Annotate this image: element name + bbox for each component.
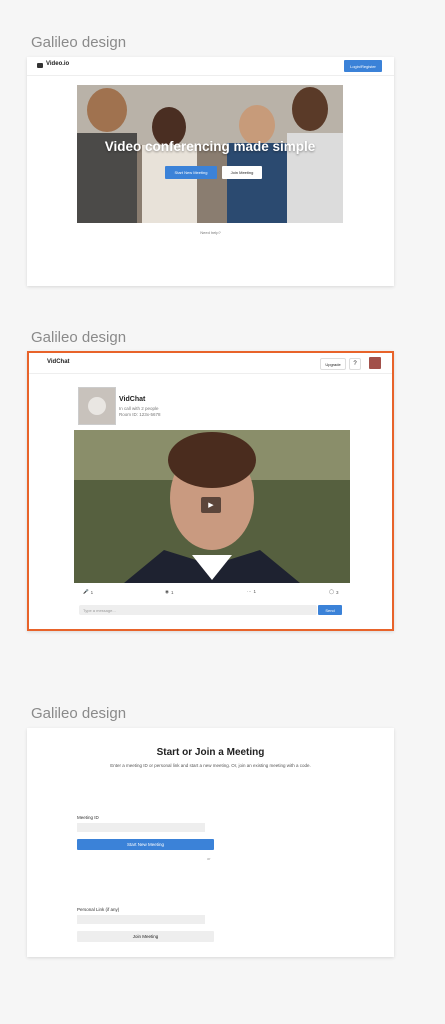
- join-meeting-button[interactable]: Join Meeting: [77, 931, 214, 942]
- video-camera-icon: [37, 63, 43, 68]
- start-meeting-button[interactable]: Start New Meeting: [77, 839, 214, 850]
- avatar[interactable]: [369, 357, 381, 369]
- or-divider: or: [207, 856, 211, 861]
- hero-title: Video conferencing made simple: [104, 139, 316, 154]
- play-circle-icon: [88, 397, 106, 415]
- join-frame: Start or Join a Meeting Enter a meeting …: [27, 728, 394, 957]
- login-register-button[interactable]: Login/Register: [344, 60, 382, 72]
- start-meeting-button[interactable]: Start New Meeting: [165, 166, 217, 179]
- mic-count: 1: [90, 589, 94, 595]
- top-bar: VidChat Upgrade ?: [29, 353, 392, 374]
- section-label: Galileo design: [31, 705, 127, 722]
- page-title: Start or Join a Meeting: [156, 747, 265, 758]
- hero-image: Video conferencing made simple Start New…: [77, 85, 343, 223]
- play-icon[interactable]: ▶: [201, 497, 221, 513]
- meeting-subtitle: In call with 2 people: [119, 406, 159, 411]
- meeting-id-label: Meeting ID: [77, 815, 99, 820]
- brand-text[interactable]: VidChat: [47, 359, 70, 365]
- section-label: Galileo design: [31, 329, 127, 346]
- help-icon[interactable]: ?: [349, 358, 361, 370]
- room-id: Room ID: 123x-5678: [119, 412, 161, 417]
- video-feed[interactable]: ▶: [74, 430, 350, 583]
- camera-control[interactable]: ◉ 1: [165, 589, 173, 595]
- meeting-id-input[interactable]: [77, 823, 205, 832]
- landing-frame: Video.io Login/Register Video conferenci…: [27, 57, 394, 286]
- more-control[interactable]: ··· 1: [247, 589, 256, 594]
- join-meeting-button[interactable]: Join Meeting: [222, 166, 262, 179]
- meeting-title: VidChat: [119, 396, 146, 403]
- chat-control[interactable]: ◯ 3: [329, 589, 339, 595]
- meeting-thumbnail: [78, 387, 116, 425]
- more-icon: ···: [247, 589, 252, 594]
- top-bar: Video.io Login/Register: [27, 57, 394, 76]
- camera-count: 1: [170, 589, 174, 595]
- call-frame: VidChat Upgrade ? VidChat In call with 2…: [27, 351, 394, 631]
- message-input[interactable]: Type a message...: [79, 605, 317, 615]
- personal-link-label: Personal Link (if any): [77, 907, 120, 912]
- personal-link-input[interactable]: [77, 915, 205, 924]
- microphone-icon: 🎤: [83, 589, 89, 594]
- page-description: Enter a meeting ID or personal link and …: [110, 763, 311, 768]
- hero-photo: [77, 85, 343, 223]
- send-button[interactable]: Send: [318, 605, 342, 615]
- more-count: 1: [253, 589, 257, 594]
- logo-text[interactable]: Video.io: [46, 61, 69, 67]
- camera-icon: ◉: [165, 589, 169, 594]
- chat-count: 3: [336, 589, 339, 595]
- upgrade-button[interactable]: Upgrade: [320, 358, 346, 370]
- mic-control[interactable]: 🎤 1: [83, 589, 93, 595]
- help-link[interactable]: Need help?: [27, 230, 394, 235]
- chat-bubble-icon: ◯: [329, 589, 335, 594]
- section-label: Galileo design: [31, 34, 127, 51]
